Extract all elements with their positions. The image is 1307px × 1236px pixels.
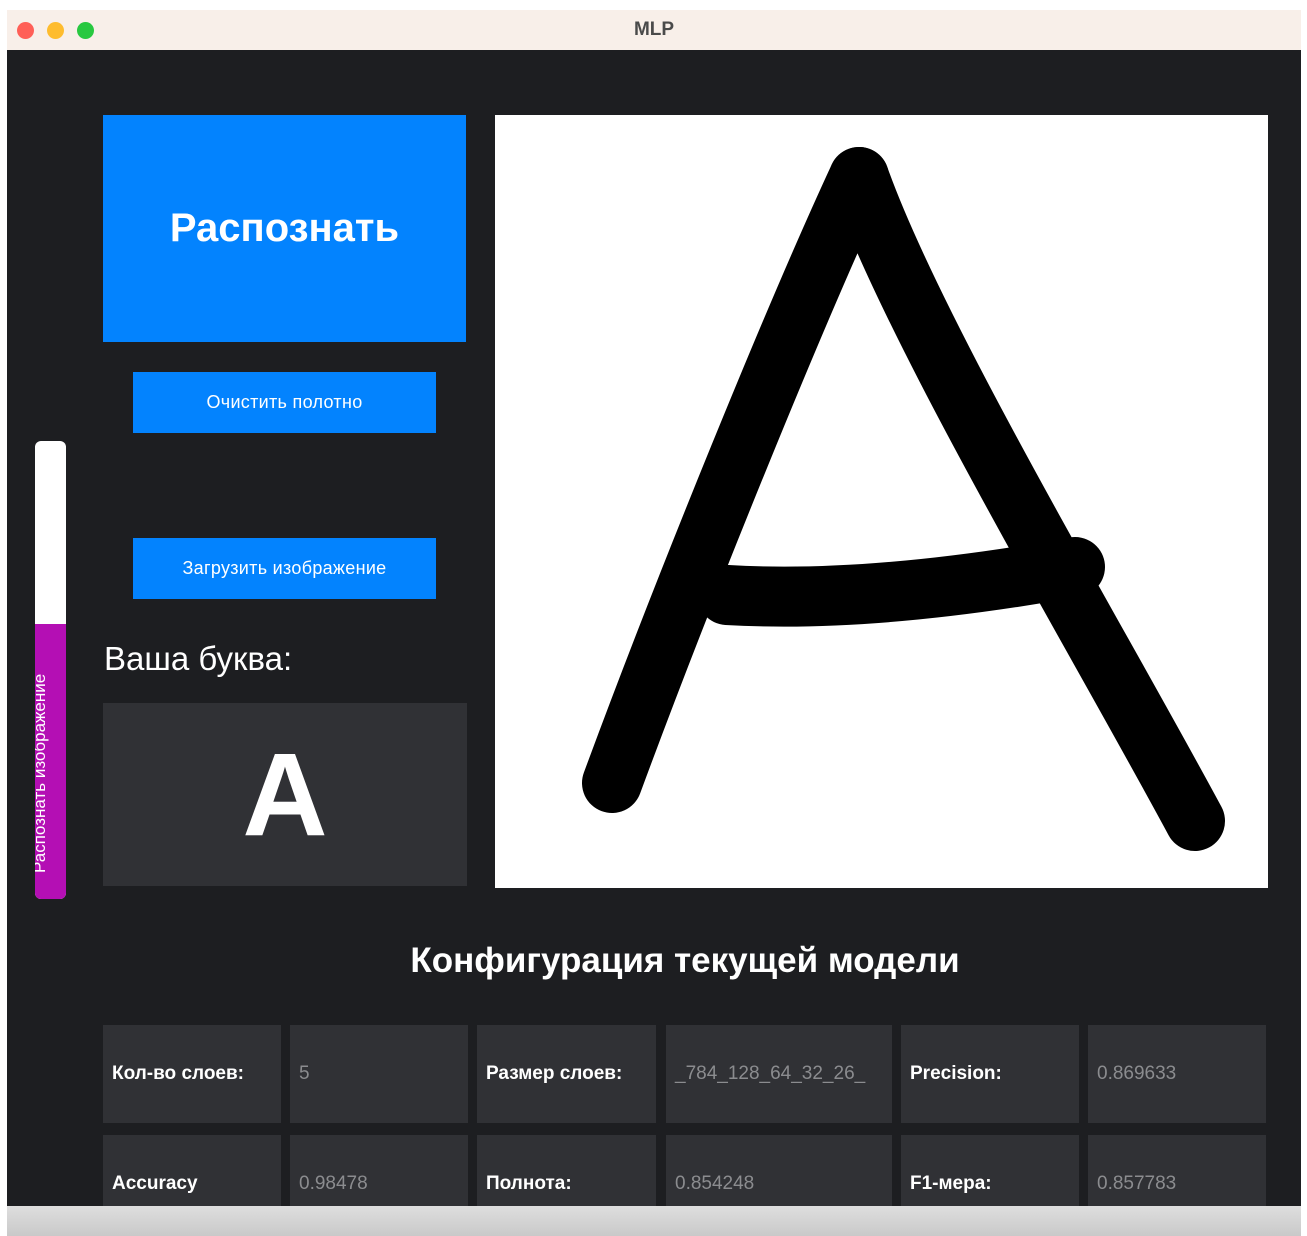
config-heading: Конфигурация текущей модели bbox=[410, 941, 960, 980]
layers-count-label: Кол-во слоев: bbox=[103, 1025, 281, 1123]
precision-label: Precision: bbox=[901, 1025, 1079, 1123]
recognized-letter-box: A bbox=[103, 703, 467, 886]
accuracy-label: Accuracy bbox=[103, 1135, 281, 1206]
precision-value: 0.869633 bbox=[1088, 1025, 1266, 1123]
recall-value: 0.854248 bbox=[666, 1135, 892, 1206]
title-bar: MLP bbox=[7, 10, 1301, 50]
recall-label: Полнота: bbox=[477, 1135, 656, 1206]
app-window: MLP Распознать Очистить полотно Загрузит… bbox=[7, 10, 1301, 1206]
recognize-image-slider[interactable]: Распознать изображение bbox=[35, 441, 66, 899]
layers-size-label: Размер слоев: bbox=[477, 1025, 656, 1123]
accuracy-value: 0.98478 bbox=[290, 1135, 468, 1206]
window-title: MLP bbox=[633, 19, 675, 40]
f1-label: F1-мера: bbox=[901, 1135, 1079, 1206]
your-letter-label: Ваша буква: bbox=[104, 640, 293, 677]
window-bottom-edge bbox=[7, 1206, 1301, 1236]
layers-size-value: _784_128_64_32_26_ bbox=[666, 1025, 892, 1123]
load-image-button[interactable]: Загрузить изображение bbox=[133, 538, 436, 599]
recognize-button[interactable]: Распознать bbox=[103, 115, 466, 342]
recognized-letter: A bbox=[242, 728, 328, 861]
drawing-canvas[interactable] bbox=[495, 115, 1268, 888]
slider-label: Распознать изображение bbox=[35, 673, 49, 873]
drawn-letter-strokes bbox=[582, 147, 1225, 851]
clear-canvas-button[interactable]: Очистить полотно bbox=[133, 372, 436, 433]
layers-count-value: 5 bbox=[290, 1025, 468, 1123]
f1-value: 0.857783 bbox=[1088, 1135, 1266, 1206]
